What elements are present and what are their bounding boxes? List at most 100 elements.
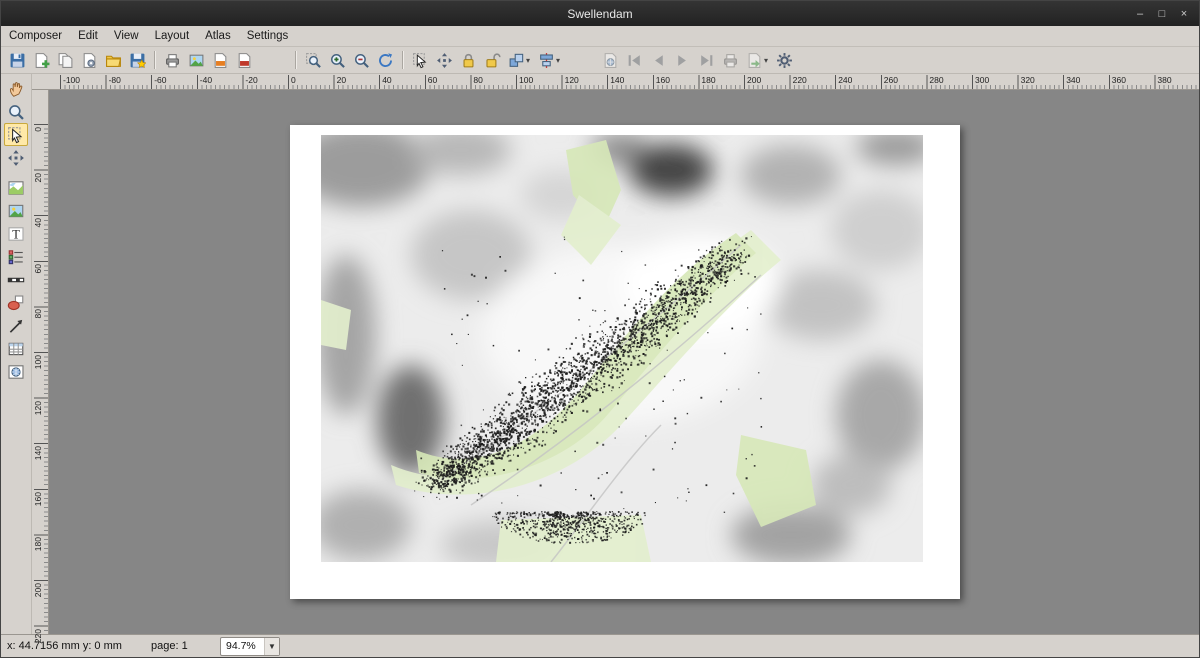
- duplicate-composer-icon: [57, 52, 74, 69]
- add-legend-button[interactable]: [4, 245, 28, 268]
- raise-selected-items-button[interactable]: [505, 49, 527, 71]
- zoom-in-button[interactable]: [326, 49, 348, 71]
- minimize-button[interactable]: –: [1131, 6, 1149, 22]
- v-ruler-label: 120: [33, 401, 43, 415]
- page-indicator: page: 1: [151, 640, 206, 652]
- add-new-label-button[interactable]: T: [4, 222, 28, 245]
- zoom-tool-icon: [7, 103, 25, 121]
- v-ruler-label: 160: [33, 492, 43, 506]
- select-move-item-button[interactable]: [409, 49, 431, 71]
- menu-edit[interactable]: Edit: [70, 28, 106, 44]
- export-as-pdf-button[interactable]: [233, 49, 255, 71]
- zoom-level-select[interactable]: 94.7% ▼: [220, 637, 280, 656]
- zoom-full-icon: [305, 52, 322, 69]
- zoom-level-value: 94.7%: [221, 640, 264, 652]
- canvas-column: -100-80-60-40-20020406080100120140160180…: [32, 74, 1199, 634]
- previous-feature-button[interactable]: [647, 49, 669, 71]
- preview-atlas-button[interactable]: [599, 49, 621, 71]
- zoom-out-button[interactable]: [350, 49, 372, 71]
- svg-text:T: T: [12, 227, 20, 241]
- refresh-view-icon: [377, 52, 394, 69]
- select-cursor-icon: [7, 126, 25, 144]
- save-as-template-button[interactable]: [126, 49, 148, 71]
- menu-layout[interactable]: Layout: [147, 28, 198, 44]
- composer-manager-button[interactable]: [78, 49, 100, 71]
- chevron-down-icon[interactable]: ▼: [264, 638, 279, 655]
- zoom-full-button[interactable]: [302, 49, 324, 71]
- h-ruler-label: 200: [747, 75, 761, 85]
- print-icon: [164, 52, 181, 69]
- add-new-map-button[interactable]: [4, 176, 28, 199]
- raise-items-icon: [508, 52, 525, 69]
- menu-view[interactable]: View: [106, 28, 147, 44]
- add-attribute-table-button[interactable]: [4, 337, 28, 360]
- print-button[interactable]: [161, 49, 183, 71]
- menubar: Composer Edit View Layout Atlas Settings: [1, 26, 1199, 47]
- map-item[interactable]: [321, 135, 923, 562]
- new-composer-icon: [33, 52, 50, 69]
- close-button[interactable]: ×: [1175, 6, 1193, 22]
- select-move-item-tool-button[interactable]: [4, 123, 28, 146]
- load-from-template-button[interactable]: [102, 49, 124, 71]
- maximize-button[interactable]: □: [1153, 6, 1171, 22]
- menu-settings[interactable]: Settings: [239, 28, 297, 44]
- new-composer-button[interactable]: [30, 49, 52, 71]
- dropdown-arrow-icon[interactable]: ▾: [526, 56, 534, 65]
- export-atlas-button[interactable]: [743, 49, 765, 71]
- next-feature-button[interactable]: [671, 49, 693, 71]
- main-toolbar: ▾ ▾ ▾: [1, 47, 1199, 74]
- toolbar-separator: [295, 51, 296, 69]
- duplicate-composer-button[interactable]: [54, 49, 76, 71]
- dropdown-arrow-icon[interactable]: ▾: [764, 56, 772, 65]
- h-ruler-label: 180: [701, 75, 715, 85]
- first-feature-button[interactable]: [623, 49, 645, 71]
- export-atlas-icon: [746, 52, 763, 69]
- pan-hand-icon: [7, 80, 25, 98]
- previous-feature-icon: [650, 52, 667, 69]
- select-move-item-icon: [412, 52, 429, 69]
- unlock-all-button[interactable]: [481, 49, 503, 71]
- add-html-frame-button[interactable]: [4, 360, 28, 383]
- move-content-icon: [7, 149, 25, 167]
- add-basic-shape-button[interactable]: [4, 291, 28, 314]
- h-ruler-label: -60: [154, 75, 166, 85]
- export-as-svg-button[interactable]: [209, 49, 231, 71]
- pan-composer-button[interactable]: [4, 77, 28, 100]
- export-as-image-button[interactable]: [185, 49, 207, 71]
- v-ruler-label: 80: [33, 309, 43, 318]
- move-item-content-tool-button[interactable]: [4, 146, 28, 169]
- horizontal-ruler: -100-80-60-40-20020406080100120140160180…: [32, 74, 1199, 90]
- lock-selected-items-button[interactable]: [457, 49, 479, 71]
- export-as-image-icon: [188, 52, 205, 69]
- h-ruler-label: 380: [1157, 75, 1171, 85]
- dropdown-arrow-icon[interactable]: ▾: [556, 56, 564, 65]
- next-feature-icon: [674, 52, 691, 69]
- composition-page[interactable]: [290, 125, 960, 599]
- h-ruler-label: 40: [382, 75, 391, 85]
- add-scalebar-button[interactable]: [4, 268, 28, 291]
- qgis-composer-window: Swellendam – □ × Composer Edit View Layo…: [0, 0, 1200, 658]
- atlas-settings-button[interactable]: [773, 49, 795, 71]
- titlebar: Swellendam – □ ×: [1, 1, 1199, 26]
- add-image-button[interactable]: [4, 199, 28, 222]
- zoom-tool-button[interactable]: [4, 100, 28, 123]
- menu-atlas[interactable]: Atlas: [197, 28, 239, 44]
- last-feature-button[interactable]: [695, 49, 717, 71]
- print-atlas-button[interactable]: [719, 49, 741, 71]
- h-ruler-label: -100: [63, 75, 80, 85]
- refresh-view-button[interactable]: [374, 49, 396, 71]
- save-project-button[interactable]: [6, 49, 28, 71]
- save-project-icon: [9, 52, 26, 69]
- add-html-icon: [7, 363, 25, 381]
- move-item-content-button[interactable]: [433, 49, 455, 71]
- export-as-svg-icon: [212, 52, 229, 69]
- menu-composer[interactable]: Composer: [1, 28, 70, 44]
- h-ruler-label: 20: [337, 75, 346, 85]
- add-arrow-button[interactable]: [4, 314, 28, 337]
- composition-canvas[interactable]: [49, 90, 1199, 634]
- align-selected-items-button[interactable]: [535, 49, 557, 71]
- add-table-icon: [7, 340, 25, 358]
- h-ruler-label: 100: [519, 75, 533, 85]
- add-legend-icon: [7, 248, 25, 266]
- preview-atlas-icon: [602, 52, 619, 69]
